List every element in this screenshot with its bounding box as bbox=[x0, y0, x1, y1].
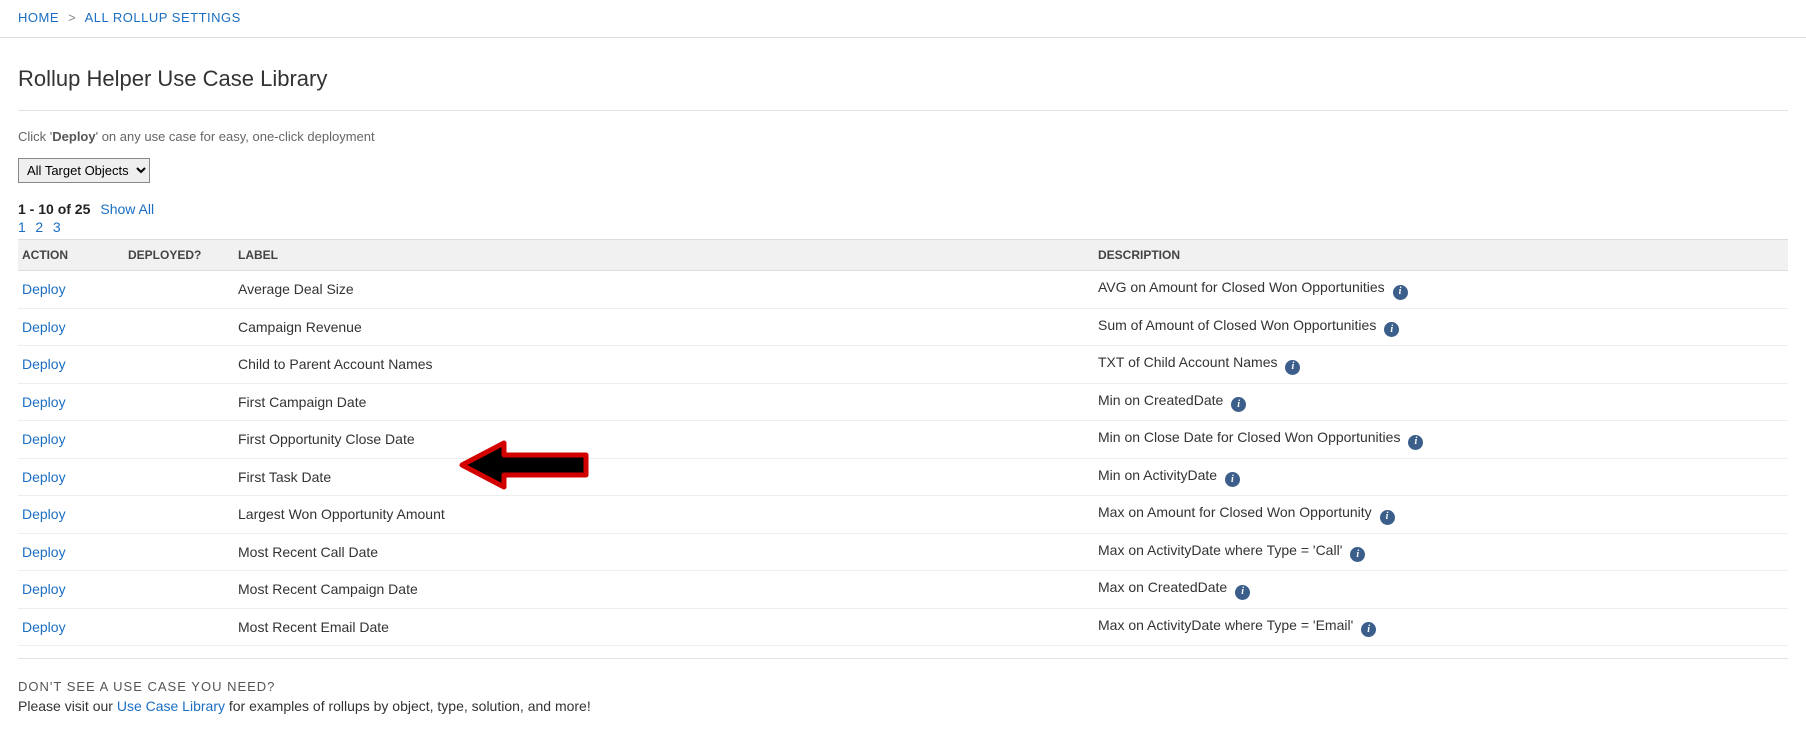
deployed-cell bbox=[128, 571, 238, 609]
info-icon[interactable]: i bbox=[1231, 397, 1246, 412]
breadcrumb-current-link[interactable]: ALL ROLLUP SETTINGS bbox=[85, 10, 241, 25]
deployed-cell bbox=[128, 308, 238, 346]
instruction-text: Click 'Deploy' on any use case for easy,… bbox=[18, 129, 1788, 144]
description-cell: Min on Close Date for Closed Won Opportu… bbox=[1098, 421, 1788, 459]
page-title: Rollup Helper Use Case Library bbox=[18, 66, 1788, 111]
page-1-link[interactable]: 1 bbox=[18, 219, 26, 235]
deploy-link[interactable]: Deploy bbox=[22, 431, 66, 447]
label-cell: Most Recent Campaign Date bbox=[238, 571, 1098, 609]
footer-heading: DON'T SEE A USE CASE YOU NEED? bbox=[18, 679, 1788, 694]
page-2-link[interactable]: 2 bbox=[35, 219, 43, 235]
table-row: Deploy Most Recent Campaign DateMax on Cr… bbox=[18, 571, 1788, 609]
deployed-cell bbox=[128, 496, 238, 534]
description-cell: Sum of Amount of Closed Won Opportunitie… bbox=[1098, 308, 1788, 346]
label-cell: First Task Date bbox=[238, 458, 1098, 496]
deploy-link[interactable]: Deploy bbox=[22, 469, 66, 485]
deployed-cell bbox=[128, 421, 238, 459]
show-all-link[interactable]: Show All bbox=[100, 201, 154, 217]
info-icon[interactable]: i bbox=[1350, 547, 1365, 562]
use-case-library-link[interactable]: Use Case Library bbox=[117, 698, 225, 714]
table-row: Deploy First Opportunity Close DateMin on… bbox=[18, 421, 1788, 459]
column-header-description: DESCRIPTION bbox=[1098, 240, 1788, 271]
description-cell: Max on ActivityDate where Type = 'Email'… bbox=[1098, 608, 1788, 646]
info-icon[interactable]: i bbox=[1380, 510, 1395, 525]
deployed-cell bbox=[128, 271, 238, 309]
deploy-link[interactable]: Deploy bbox=[22, 506, 66, 522]
table-row: Deploy Largest Won Opportunity AmountMax … bbox=[18, 496, 1788, 534]
info-icon[interactable]: i bbox=[1361, 622, 1376, 637]
target-object-select[interactable]: All Target Objects bbox=[18, 158, 150, 183]
table-row: Deploy First Task DateMin on ActivityDate… bbox=[18, 458, 1788, 496]
info-icon[interactable]: i bbox=[1393, 285, 1408, 300]
deploy-link[interactable]: Deploy bbox=[22, 619, 66, 635]
label-cell: Average Deal Size bbox=[238, 271, 1098, 309]
column-header-deployed: DEPLOYED? bbox=[128, 240, 238, 271]
description-cell: Min on CreatedDate i bbox=[1098, 383, 1788, 421]
table-row: Deploy Child to Parent Account NamesTXT o… bbox=[18, 346, 1788, 384]
deploy-link[interactable]: Deploy bbox=[22, 319, 66, 335]
info-icon[interactable]: i bbox=[1235, 585, 1250, 600]
deploy-link[interactable]: Deploy bbox=[22, 544, 66, 560]
description-cell: AVG on Amount for Closed Won Opportuniti… bbox=[1098, 271, 1788, 309]
deployed-cell bbox=[128, 608, 238, 646]
deployed-cell bbox=[128, 383, 238, 421]
description-cell: Min on ActivityDate i bbox=[1098, 458, 1788, 496]
table-row: Deploy First Campaign DateMin on CreatedD… bbox=[18, 383, 1788, 421]
label-cell: First Opportunity Close Date bbox=[238, 421, 1098, 459]
label-cell: Child to Parent Account Names bbox=[238, 346, 1098, 384]
description-cell: Max on ActivityDate where Type = 'Call' … bbox=[1098, 533, 1788, 571]
deployed-cell bbox=[128, 533, 238, 571]
label-cell: First Campaign Date bbox=[238, 383, 1098, 421]
breadcrumb-home-link[interactable]: HOME bbox=[18, 10, 59, 25]
breadcrumb: HOME > ALL ROLLUP SETTINGS bbox=[0, 0, 1806, 38]
description-cell: Max on CreatedDate i bbox=[1098, 571, 1788, 609]
deploy-link[interactable]: Deploy bbox=[22, 356, 66, 372]
deploy-link[interactable]: Deploy bbox=[22, 394, 66, 410]
table-row: Deploy Average Deal SizeAVG on Amount for… bbox=[18, 271, 1788, 309]
deploy-link[interactable]: Deploy bbox=[22, 281, 66, 297]
deployed-cell bbox=[128, 346, 238, 384]
column-header-action: ACTION bbox=[18, 240, 128, 271]
label-cell: Most Recent Email Date bbox=[238, 608, 1098, 646]
pagination-pages: 1 2 3 bbox=[18, 219, 1788, 235]
column-header-label: LABEL bbox=[238, 240, 1098, 271]
info-icon[interactable]: i bbox=[1384, 322, 1399, 337]
deploy-link[interactable]: Deploy bbox=[22, 581, 66, 597]
deployed-cell bbox=[128, 458, 238, 496]
page-3-link[interactable]: 3 bbox=[53, 219, 61, 235]
table-row: Deploy Campaign RevenueSum of Amount of C… bbox=[18, 308, 1788, 346]
footer-text: Please visit our Use Case Library for ex… bbox=[18, 698, 1788, 714]
label-cell: Campaign Revenue bbox=[238, 308, 1098, 346]
info-icon[interactable]: i bbox=[1285, 360, 1300, 375]
info-icon[interactable]: i bbox=[1408, 435, 1423, 450]
table-row: Deploy Most Recent Call DateMax on Activi… bbox=[18, 533, 1788, 571]
label-cell: Largest Won Opportunity Amount bbox=[238, 496, 1098, 534]
table-row: Deploy Most Recent Email DateMax on Activ… bbox=[18, 608, 1788, 646]
pagination-range: 1 - 10 of 25 bbox=[18, 201, 90, 217]
description-cell: TXT of Child Account Names i bbox=[1098, 346, 1788, 384]
label-cell: Most Recent Call Date bbox=[238, 533, 1098, 571]
breadcrumb-separator: > bbox=[68, 10, 76, 25]
info-icon[interactable]: i bbox=[1225, 472, 1240, 487]
use-case-table: ACTION DEPLOYED? LABEL DESCRIPTION Deplo… bbox=[18, 239, 1788, 646]
description-cell: Max on Amount for Closed Won Opportunity… bbox=[1098, 496, 1788, 534]
